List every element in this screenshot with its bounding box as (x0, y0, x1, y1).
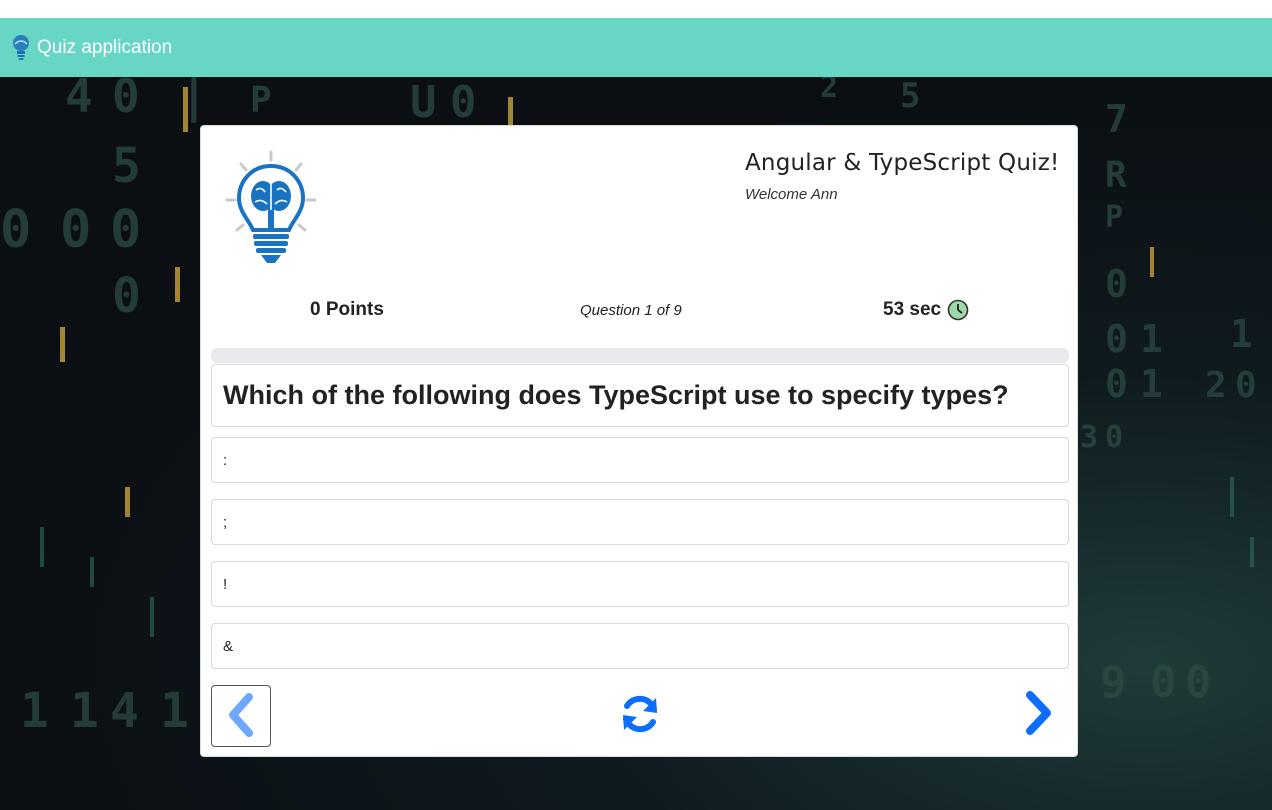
svg-text:0: 0 (1105, 362, 1128, 406)
lightbulb-icon (10, 33, 32, 63)
svg-text:1: 1 (70, 683, 99, 739)
svg-text:0: 0 (1105, 262, 1128, 306)
clock-icon (947, 299, 969, 321)
svg-text:1: 1 (1140, 362, 1163, 406)
svg-text:5: 5 (112, 138, 141, 194)
svg-text:0: 0 (1185, 657, 1212, 708)
brand-label: Quiz application (37, 36, 173, 58)
question-text: Which of the following does TypeScript u… (223, 380, 1009, 410)
timer-label: 53 sec (883, 299, 942, 320)
welcome-text: Welcome Ann (745, 186, 838, 203)
svg-text:P: P (1105, 200, 1123, 235)
svg-text:U: U (410, 77, 437, 128)
question-counter: Question 1 of 9 (580, 301, 682, 319)
svg-text:0: 0 (110, 200, 141, 260)
svg-text:4: 4 (65, 77, 93, 123)
svg-text:1: 1 (20, 683, 49, 739)
top-strip (0, 0, 1272, 18)
answer-option[interactable]: : (211, 437, 1069, 483)
svg-text:0: 0 (1105, 317, 1128, 361)
svg-text:2: 2 (1205, 365, 1227, 406)
svg-text:3: 3 (1080, 420, 1098, 455)
svg-text:1: 1 (160, 683, 189, 739)
svg-text:7: 7 (1105, 97, 1128, 141)
answer-option[interactable]: & (211, 623, 1069, 669)
question-box: Which of the following does TypeScript u… (211, 364, 1069, 427)
answer-option[interactable]: ; (211, 499, 1069, 545)
svg-text:0: 0 (112, 77, 140, 123)
refresh-icon (618, 692, 662, 739)
quiz-card: Angular & TypeScript Quiz! Welcome Ann 0… (200, 125, 1078, 757)
navbar: Quiz application (0, 18, 1272, 77)
answer-option[interactable]: ! (211, 561, 1069, 607)
chevron-left-icon (225, 692, 257, 740)
svg-text:R: R (1105, 155, 1127, 196)
restart-button[interactable] (616, 691, 664, 739)
chevron-right-icon (1020, 690, 1054, 739)
quiz-title: Angular & TypeScript Quiz! (745, 150, 1060, 176)
svg-text:1: 1 (1140, 317, 1163, 361)
timer: 53 sec (883, 299, 969, 321)
svg-text:0: 0 (0, 200, 31, 260)
next-button[interactable] (1017, 689, 1057, 739)
title-block: Angular & TypeScript Quiz! Welcome Ann (745, 150, 1059, 203)
svg-text:2: 2 (820, 77, 838, 105)
svg-text:0: 0 (1105, 420, 1123, 455)
lightbulb-brain-icon (223, 150, 319, 268)
previous-button[interactable] (211, 685, 271, 747)
progress-bar (211, 348, 1069, 363)
svg-text:5: 5 (900, 77, 920, 116)
svg-text:P: P (250, 80, 272, 121)
svg-text:0: 0 (450, 77, 477, 128)
svg-text:9: 9 (1100, 657, 1127, 708)
svg-text:0: 0 (1150, 657, 1177, 708)
svg-text:0: 0 (60, 200, 91, 260)
svg-text:0: 0 (112, 268, 141, 324)
brand-link[interactable]: Quiz application (10, 33, 172, 63)
svg-text:0: 0 (1235, 365, 1257, 406)
svg-text:4: 4 (110, 683, 139, 739)
points-label: 0 Points (310, 299, 384, 320)
svg-text:1: 1 (1230, 312, 1253, 356)
stats-row: 0 Points Question 1 of 9 53 sec (211, 294, 1068, 326)
